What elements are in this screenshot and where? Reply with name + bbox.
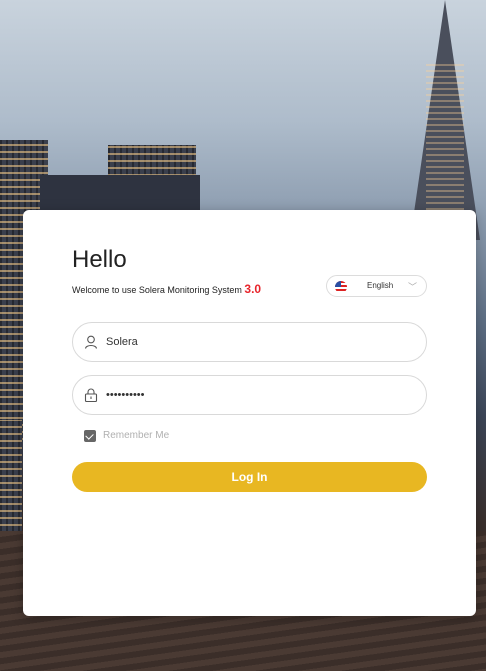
username-field[interactable] bbox=[72, 322, 427, 362]
version-number: 3.0 bbox=[244, 282, 262, 296]
user-icon bbox=[84, 335, 98, 349]
login-card: Hello Welcome to use Solera Monitoring S… bbox=[23, 210, 476, 616]
us-flag-icon bbox=[335, 281, 347, 293]
greeting-heading: Hello bbox=[72, 246, 127, 273]
password-input[interactable] bbox=[106, 385, 406, 405]
welcome-message: Welcome to use Solera Monitoring System bbox=[72, 285, 242, 295]
chevron-down-icon: ﹀ bbox=[407, 282, 417, 292]
welcome-text: Welcome to use Solera Monitoring System … bbox=[72, 282, 261, 296]
username-input[interactable] bbox=[106, 332, 406, 352]
remember-me-label: Remember Me bbox=[103, 430, 170, 441]
language-selector[interactable]: English ﹀ bbox=[326, 275, 427, 297]
password-field[interactable] bbox=[72, 375, 427, 415]
building bbox=[40, 175, 200, 215]
building bbox=[0, 420, 22, 540]
remember-me-checkbox[interactable] bbox=[84, 430, 96, 442]
language-label: English bbox=[367, 281, 394, 290]
login-button[interactable]: Log In bbox=[72, 462, 427, 492]
lock-icon bbox=[84, 388, 98, 403]
